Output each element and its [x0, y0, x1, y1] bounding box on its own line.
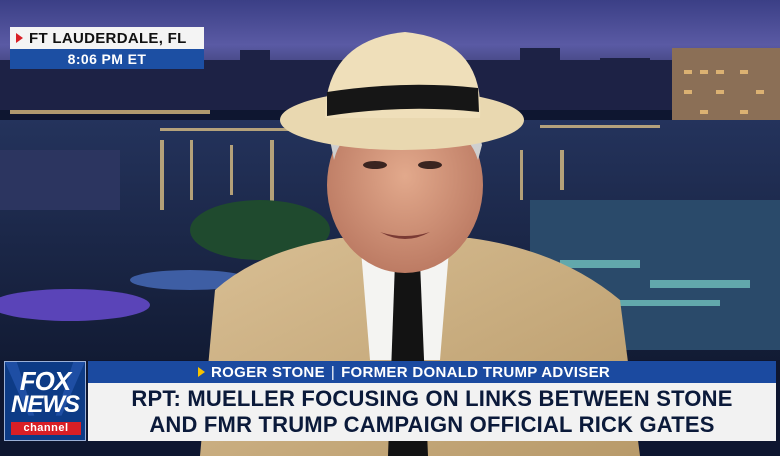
broadcast-frame: FT LAUDERDALE, FL 8:06 PM ET FOX NEWS ch… [0, 0, 780, 456]
logo-news-text: NEWS [11, 391, 80, 418]
guest-name: ROGER STONE [211, 363, 325, 381]
left-shore [0, 150, 120, 210]
headline-line-1: RPT: MUELLER FOCUSING ON LINKS BETWEEN S… [131, 386, 733, 411]
headline-line-2: AND FMR TRUMP CAMPAIGN OFFICIAL RICK GAT… [149, 412, 715, 437]
yellow-arrow-icon [198, 367, 205, 377]
fox-news-logo: FOX NEWS channel [4, 361, 86, 441]
name-bar: ROGER STONE | FORMER DONALD TRUMP ADVISE… [88, 361, 776, 383]
lower-third: ROGER STONE | FORMER DONALD TRUMP ADVISE… [88, 361, 776, 441]
logo-channel-text: channel [11, 422, 81, 435]
name-separator: | [330, 363, 336, 381]
guest-title: FORMER DONALD TRUMP ADVISER [341, 363, 611, 381]
location-time: 8:06 PM ET [10, 49, 204, 69]
play-arrow-icon [16, 33, 23, 43]
headline-box: RPT: MUELLER FOCUSING ON LINKS BETWEEN S… [88, 383, 776, 441]
location-city: FT LAUDERDALE, FL [29, 29, 187, 47]
right-eye [418, 161, 442, 169]
location-bar: FT LAUDERDALE, FL [10, 27, 204, 49]
left-eye [363, 161, 387, 169]
location-bug: FT LAUDERDALE, FL 8:06 PM ET [10, 27, 204, 69]
